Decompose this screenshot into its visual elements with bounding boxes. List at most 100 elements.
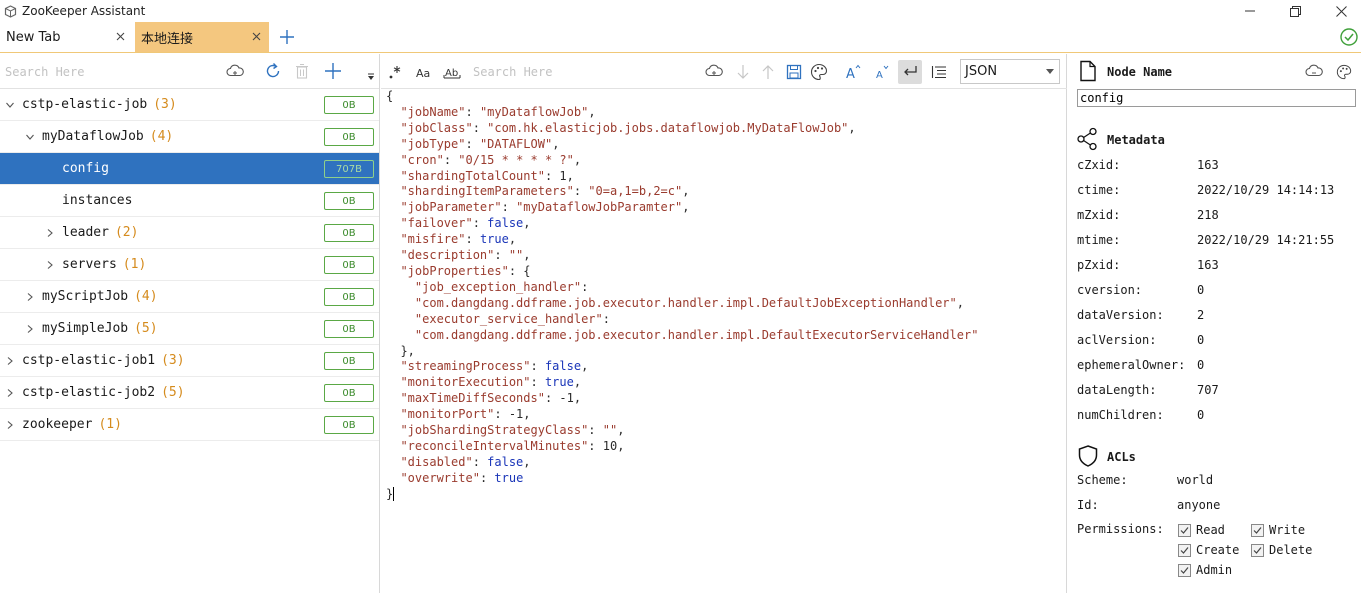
code-line: "executor_service_handler":: [414, 311, 610, 326]
chevron-right-icon[interactable]: [5, 420, 15, 430]
permission-write-checkbox[interactable]: Write: [1251, 523, 1305, 537]
connected-check-icon: [1340, 28, 1358, 46]
close-icon[interactable]: [113, 29, 127, 43]
tree-search-input[interactable]: [5, 63, 215, 81]
tab-bar: New Tab 本地连接: [0, 22, 1361, 53]
tree-node-label: config: [62, 161, 109, 176]
metadata-label: cversion:: [1077, 283, 1143, 297]
window-title: ZooKeeper Assistant: [22, 4, 146, 18]
permission-delete-checkbox[interactable]: Delete: [1251, 543, 1312, 557]
code-line: "reconcileIntervalMinutes": 10,: [400, 438, 625, 453]
code-line: "description": "",: [400, 248, 531, 263]
palette-icon[interactable]: [809, 62, 829, 82]
metadata-row: cZxid: 163: [1077, 158, 1357, 176]
add-node-icon[interactable]: [323, 61, 343, 81]
word-wrap-icon[interactable]: [898, 60, 922, 84]
arrow-down-icon[interactable]: [733, 62, 753, 82]
code-line: "jobName": "myDataflowJob",: [400, 104, 596, 119]
code-line: "com.dangdang.ddframe.job.executor.handl…: [414, 295, 964, 310]
chevron-right-icon[interactable]: [5, 388, 15, 398]
tree-node-config[interactable]: config 707B: [0, 153, 379, 185]
copy-link-icon[interactable]: [1304, 62, 1324, 82]
tree-node-cstp-elastic-job2[interactable]: cstp-elastic-job2 (5) 0B: [0, 377, 379, 409]
permission-read-checkbox[interactable]: Read: [1178, 523, 1225, 537]
format-select-value: JSON: [965, 64, 998, 79]
code-editor[interactable]: { "jobName": "myDataflowJob", "jobClass"…: [386, 89, 1064, 503]
checkbox-checked-icon: [1178, 523, 1191, 537]
delete-icon[interactable]: [292, 61, 312, 81]
tree-node-label: myDataflowJob (4): [42, 129, 174, 144]
tree-node-instances[interactable]: instances 0B: [0, 185, 379, 217]
close-window-button[interactable]: [1317, 0, 1361, 22]
acl-id-label: Id:: [1077, 498, 1099, 512]
tree-node-mysimplejob[interactable]: mySimpleJob (5) 0B: [0, 313, 379, 345]
font-increase-icon[interactable]: A: [843, 62, 863, 82]
editor-search-input[interactable]: [473, 63, 693, 81]
palette-icon[interactable]: [1334, 62, 1354, 82]
tree-node-cstp-elastic-job1[interactable]: cstp-elastic-job1 (3) 0B: [0, 345, 379, 377]
sort-down-icon[interactable]: [366, 72, 376, 82]
chevron-down-icon[interactable]: [25, 132, 35, 142]
whole-word-icon[interactable]: Ab: [442, 62, 462, 82]
tree-node-zookeeper[interactable]: zookeeper (1) 0B: [0, 409, 379, 441]
cloud-sync-icon[interactable]: [704, 62, 724, 82]
chevron-right-icon[interactable]: [45, 228, 55, 238]
cloud-sync-icon[interactable]: [225, 62, 245, 82]
code-line: "maxTimeDiffSeconds": -1,: [400, 391, 582, 406]
tree-node-label: myScriptJob (4): [42, 289, 158, 304]
metadata-label: cZxid:: [1077, 158, 1121, 172]
acl-scheme-label: Scheme:: [1077, 473, 1128, 487]
tree-node-label: mySimpleJob (5): [42, 321, 158, 336]
code-line: "jobClass": "com.hk.elasticjob.jobs.data…: [400, 120, 856, 135]
chevron-right-icon[interactable]: [25, 292, 35, 302]
checkbox-checked-icon: [1251, 523, 1264, 537]
code-line: "shardingItemParameters": "0=a,1=b,2=c",: [400, 184, 690, 199]
close-icon[interactable]: [249, 29, 263, 43]
chevron-right-icon[interactable]: [5, 356, 15, 366]
permission-create-checkbox[interactable]: Create: [1178, 543, 1239, 557]
format-select[interactable]: JSON: [960, 59, 1060, 84]
minimize-button[interactable]: [1226, 0, 1274, 22]
tree-node-servers[interactable]: servers (1) 0B: [0, 249, 379, 281]
tree-node-leader[interactable]: leader (2) 0B: [0, 217, 379, 249]
font-decrease-icon[interactable]: A: [872, 62, 892, 82]
save-icon[interactable]: [784, 62, 804, 82]
tree-node-mydataflowjob[interactable]: myDataflowJob (4) 0B: [0, 121, 379, 153]
refresh-icon[interactable]: [263, 61, 283, 81]
metadata-label: pZxid:: [1077, 258, 1121, 272]
chevron-right-icon[interactable]: [25, 324, 35, 334]
metadata-graph-icon: [1077, 127, 1097, 151]
size-badge: 0B: [324, 192, 374, 210]
restore-button[interactable]: [1271, 0, 1319, 22]
tree-node-myscriptjob[interactable]: myScriptJob (4) 0B: [0, 281, 379, 313]
add-tab-button[interactable]: [276, 26, 298, 48]
regex-icon[interactable]: [385, 62, 405, 82]
size-badge: 0B: [324, 96, 374, 114]
tab-new-tab[interactable]: New Tab: [0, 22, 133, 52]
metadata-value: 2: [1197, 308, 1205, 322]
permission-admin-checkbox[interactable]: Admin: [1178, 563, 1232, 577]
tab-local-connection[interactable]: 本地连接: [135, 22, 269, 52]
chevron-down-icon[interactable]: [5, 100, 15, 110]
code-line: "jobParameter": "myDataflowJobParamter",: [400, 200, 690, 215]
tab-label: 本地连接: [141, 31, 194, 47]
metadata-row: numChildren: 0: [1077, 408, 1357, 426]
metadata-value: 707: [1197, 383, 1219, 397]
editor-toolbar: Aa Ab A A JS: [381, 54, 1067, 89]
tree-node-label: leader (2): [62, 225, 139, 240]
metadata-row: mtime: 2022/10/29 14:21:55: [1077, 233, 1357, 251]
svg-text:Aa: Aa: [416, 67, 430, 80]
tree-node-cstp-elastic-job[interactable]: cstp-elastic-job (3) 0B: [0, 89, 379, 121]
arrow-up-icon[interactable]: [758, 62, 778, 82]
match-case-icon[interactable]: Aa: [414, 62, 434, 82]
metadata-label: mZxid:: [1077, 208, 1121, 222]
metadata-row: dataLength: 707: [1077, 383, 1357, 401]
code-line: "cron": "0/15 * * * * ?",: [400, 152, 582, 167]
code-line: "failover": false,: [400, 216, 531, 231]
node-name-input[interactable]: [1077, 89, 1356, 107]
code-line: },: [386, 343, 415, 358]
chevron-right-icon[interactable]: [45, 260, 55, 270]
permission-label: Create: [1196, 543, 1240, 557]
format-list-icon[interactable]: [929, 62, 949, 82]
metadata-value: 163: [1197, 158, 1219, 172]
